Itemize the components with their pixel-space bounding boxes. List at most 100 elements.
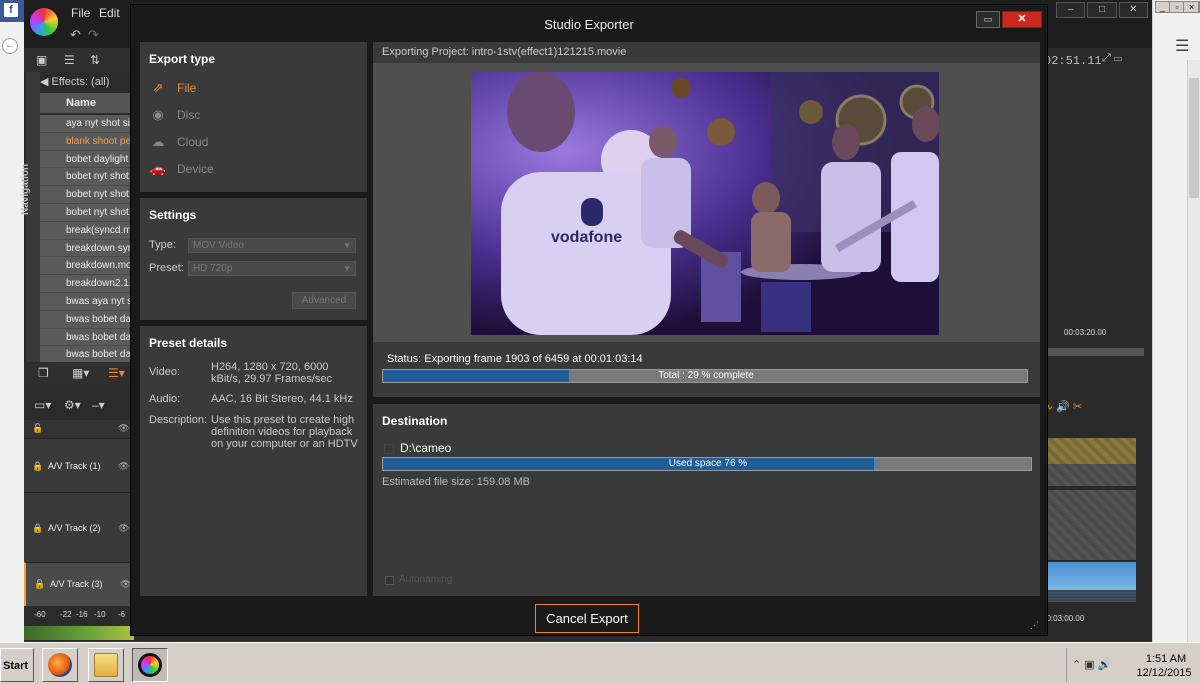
destination-path[interactable]: D:\cameo	[400, 441, 451, 455]
export-type-cloud[interactable]: ☁ Cloud	[149, 134, 209, 150]
list-item[interactable]: bwas bobet day	[40, 328, 134, 347]
list-column-name[interactable]: Name	[40, 93, 134, 113]
export-type-device[interactable]: 🚗 Device	[149, 161, 214, 177]
lock-icon[interactable]: 🔓	[34, 579, 45, 590]
timeline-clip[interactable]	[1044, 490, 1136, 560]
export-progress-label: Total : 29 % complete	[658, 370, 754, 381]
facebook-icon[interactable]: f	[4, 3, 18, 17]
undo-icon[interactable]: ↶	[70, 27, 81, 43]
back-icon[interactable]: ←	[2, 38, 18, 54]
vu-scale-label: -6	[118, 610, 126, 619]
close-icon[interactable]: ✕	[1002, 11, 1042, 28]
minimize-icon[interactable]: –	[1056, 2, 1086, 18]
list-view-icon[interactable]: ☰	[64, 53, 75, 67]
description-value: Use this preset to create high definitio…	[211, 414, 358, 450]
lock-icon[interactable]: 🔓	[32, 423, 43, 434]
eye-icon[interactable]: 👁	[118, 523, 129, 534]
list-item[interactable]: bobet nyt shot	[40, 186, 134, 204]
preset-details-panel: Preset details Video: H264, 1280 x 720, …	[140, 326, 367, 596]
timeline-clip[interactable]	[1044, 562, 1136, 590]
close-icon[interactable]: ✕	[1118, 2, 1148, 18]
maximize-icon[interactable]: □	[1087, 2, 1117, 18]
autonaming-checkbox[interactable]	[385, 576, 394, 585]
library-view-icon[interactable]: ▣	[36, 53, 47, 67]
list-item[interactable]: blank shoot pe	[40, 132, 134, 151]
restore-icon[interactable]: ▫	[1171, 2, 1185, 12]
clock-time[interactable]: 1:51 AM	[1136, 653, 1196, 665]
lock-icon[interactable]: 🔒	[32, 523, 43, 534]
panel-title: Export type	[149, 52, 216, 66]
timeline-clip[interactable]	[1044, 464, 1136, 486]
settings-gear-icon[interactable]: ⚙▾	[64, 398, 81, 412]
library-toolbar: ▣ ☰ ⇅	[24, 48, 134, 72]
description-label: Description:	[149, 414, 208, 426]
export-type-file[interactable]: ⇗ File	[149, 80, 197, 96]
taskbar-studio[interactable]	[132, 648, 168, 682]
taskbar-firefox[interactable]	[42, 648, 78, 682]
close-icon[interactable]: ×	[1185, 2, 1200, 12]
fullscreen-icon[interactable]: ⤢ ▭	[1102, 52, 1122, 65]
list-item[interactable]: bwas bobet day	[40, 310, 134, 329]
menu-edit[interactable]: Edit	[99, 6, 120, 20]
estimated-file-size: Estimated file size: 159.08 MB	[382, 476, 530, 488]
list-item[interactable]: aya nyt shot sit	[40, 115, 134, 133]
timeline-clip[interactable]	[1044, 438, 1136, 464]
scroll-thumb[interactable]	[1189, 78, 1199, 198]
list-item[interactable]: bobet nyt shot	[40, 168, 134, 187]
av-track-2[interactable]: 🔒 A/V Track (2) 👁	[24, 492, 134, 562]
av-track-1[interactable]: 🔒 A/V Track (1) 👁	[24, 438, 134, 492]
advanced-button[interactable]: Advanced	[292, 292, 356, 309]
export-type-label: File	[177, 81, 197, 95]
grid-view-icon[interactable]: ▦▾	[72, 366, 89, 380]
tray-icons[interactable]: ⌃ ▣ 🔊	[1072, 658, 1111, 671]
minimize-icon[interactable]: _	[1156, 2, 1170, 12]
list-item[interactable]: breakdown.mo	[40, 257, 134, 276]
collapse-arrow-icon[interactable]: ◀	[40, 76, 52, 88]
preview-panel: Exporting Project: intro-1stv(effect1)12…	[373, 42, 1040, 397]
taskbar-explorer[interactable]	[88, 648, 124, 682]
timeline-scrollbar[interactable]	[1044, 348, 1144, 356]
redo-icon[interactable]: ↷	[88, 27, 99, 43]
type-select[interactable]: MOV Video ▼	[188, 238, 356, 253]
preset-select[interactable]: HD 720p ▼	[188, 261, 356, 276]
list-item[interactable]: bwas aya nyt s	[40, 292, 134, 311]
export-type-disc[interactable]: ◉ Disc	[149, 107, 200, 123]
vu-scale-label: -22	[60, 610, 72, 619]
sort-icon[interactable]: ⇅	[90, 53, 100, 67]
lock-icon[interactable]: 🔒	[32, 461, 43, 472]
effects-filter[interactable]: ◀ Effects: (all)	[40, 75, 134, 91]
track-menu-icon[interactable]: ▭▾	[34, 398, 51, 412]
list-item[interactable]: bobet nyt shot	[40, 203, 134, 222]
restore-icon[interactable]: ▭	[976, 11, 1000, 28]
eye-icon[interactable]: 👁	[118, 423, 129, 434]
hamburger-menu-icon[interactable]: ☰	[1175, 36, 1189, 56]
destination-panel: Destination D:\cameo Used space 76 % Est…	[373, 404, 1040, 596]
folder-icon[interactable]	[384, 444, 394, 454]
timeline-timecode: 00:03:20.00	[1064, 328, 1107, 337]
list-item[interactable]: breakdown2.1.	[40, 275, 134, 293]
av-track-3[interactable]: 🔓 A/V Track (3) 👁	[24, 562, 134, 606]
start-button[interactable]: Start	[0, 648, 34, 682]
timeline-clip-audio[interactable]	[1044, 590, 1136, 602]
list-item[interactable]: breakdown syn	[40, 239, 134, 258]
minus-icon[interactable]: –▾	[92, 398, 105, 412]
menu-file[interactable]: File	[71, 6, 90, 20]
svg-text:vodafone: vodafone	[551, 229, 622, 246]
cancel-export-button[interactable]: Cancel Export	[535, 604, 639, 633]
vu-meter-scale: -60 -22 -16 -10 -6	[24, 610, 134, 624]
navigation-strip[interactable]	[26, 72, 40, 362]
details-view-icon[interactable]: ☰▾	[108, 366, 125, 380]
list-item[interactable]: bwas bobet day	[40, 346, 134, 363]
list-item[interactable]: bobet daylight s	[40, 150, 134, 169]
resize-grip-icon[interactable]: ⋰	[1030, 620, 1039, 631]
clock-date[interactable]: 12/12/2015	[1132, 667, 1196, 679]
eye-icon[interactable]: 👁	[118, 461, 129, 472]
preset-label: Preset:	[149, 262, 184, 274]
list-item[interactable]: break(syncd.m	[40, 221, 134, 240]
collection-icon[interactable]: ❐	[38, 366, 49, 380]
export-type-label: Device	[177, 162, 214, 176]
timeline-tools-right[interactable]: ∿ 🔊 ✂	[1044, 400, 1082, 413]
vu-scale-label: -10	[94, 610, 106, 619]
device-icon: 🚗	[149, 161, 167, 176]
studio-logo-icon[interactable]	[30, 8, 58, 36]
